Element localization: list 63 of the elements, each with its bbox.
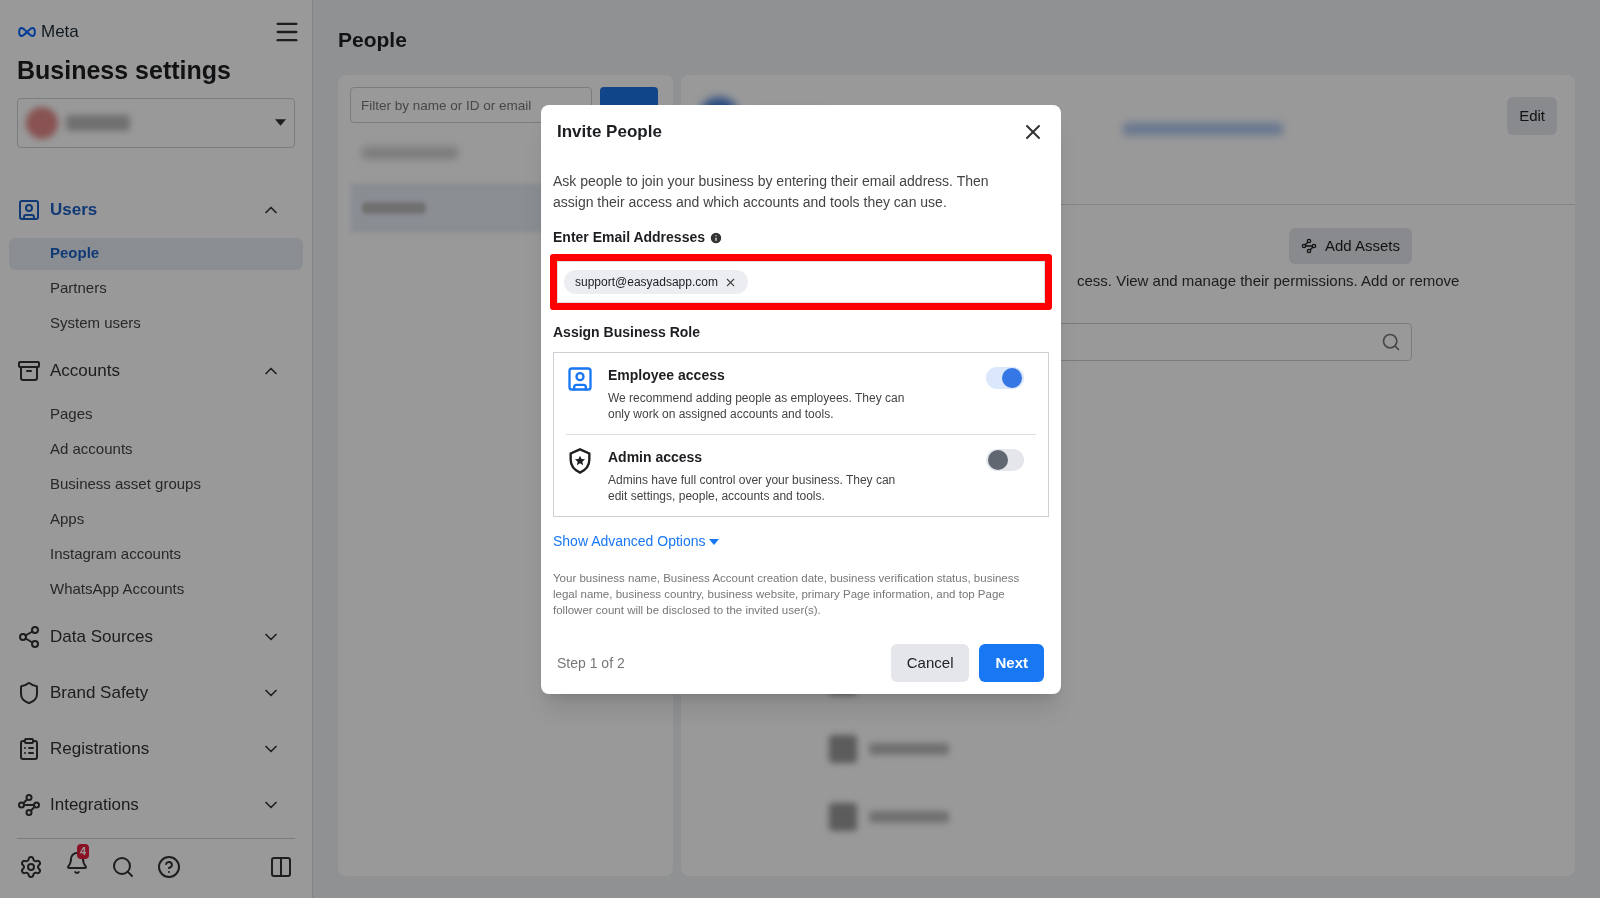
next-button[interactable]: Next xyxy=(979,644,1044,682)
nav-item[interactable]: Business asset groups xyxy=(9,468,303,501)
disclosure-text: Your business name, Business Account creation date, business verification status, business legal name, business country, business website, primary Page information, and top Page follower count will be disclosed to the invited user(s). xyxy=(553,571,1021,618)
step-indicator: Step 1 of 2 xyxy=(557,653,625,673)
search-button[interactable] xyxy=(111,854,135,879)
nav-section-header[interactable]: Integrations xyxy=(9,776,303,833)
role-title: Employee access xyxy=(608,366,726,385)
nodes-icon xyxy=(1300,238,1317,254)
role-title: Admin access xyxy=(608,448,704,467)
infinity-logo-icon xyxy=(17,26,37,38)
brand-name: Meta xyxy=(41,21,79,44)
search-icon xyxy=(1381,331,1401,352)
caret-down-icon xyxy=(708,538,719,545)
nav-item[interactable]: Partners xyxy=(9,272,303,305)
nav-section-header[interactable]: Accounts xyxy=(9,342,303,399)
nav-item[interactable]: People xyxy=(9,237,303,270)
email-address: support@easyadsapp.com xyxy=(575,274,718,291)
id-card-icon xyxy=(17,197,41,222)
cancel-button[interactable]: Cancel xyxy=(890,644,970,682)
field-label: Enter Email Addresses xyxy=(553,228,705,247)
nav-section-header[interactable]: Data Sources xyxy=(9,608,303,665)
nav-section-header[interactable]: Brand Safety xyxy=(9,664,303,721)
caret-icon xyxy=(275,119,286,126)
network-icon xyxy=(17,624,41,649)
edit-button[interactable]: Edit xyxy=(1507,97,1557,135)
email-field[interactable]: support@easyadsapp.com xyxy=(557,261,1045,303)
nav-section-header[interactable]: Registrations xyxy=(9,720,303,777)
nav-item[interactable]: Instagram accounts xyxy=(9,538,303,571)
info-icon xyxy=(709,230,723,245)
filter-field[interactable]: Filter by name or ID or email xyxy=(350,87,592,123)
nav-item[interactable]: Pages xyxy=(9,398,303,431)
id-card-icon xyxy=(566,365,594,393)
page-title: People xyxy=(338,27,408,53)
role-description: Admins have full control over your business. They can edit settings, people, accounts and tools. xyxy=(608,472,897,504)
nav-item[interactable]: Apps xyxy=(9,503,303,536)
nav-item[interactable]: Ad accounts xyxy=(9,433,303,466)
archive-icon xyxy=(17,358,41,383)
nav-section-header[interactable]: Users xyxy=(9,181,303,238)
nav-item[interactable]: WhatsApp Accounts xyxy=(9,573,303,606)
nav-item[interactable]: System users xyxy=(9,307,303,340)
notification-badge: 4 xyxy=(77,844,90,859)
settings-button[interactable] xyxy=(19,854,43,879)
section-label: Accounts xyxy=(50,359,121,382)
nodes-icon xyxy=(17,792,41,817)
clipboard-icon xyxy=(17,736,41,761)
intro-text: Ask people to join your business by entering their email address. Then assign their access and which accounts and tools they can use. xyxy=(553,172,990,212)
shield-icon xyxy=(17,680,41,705)
section-label: Registrations xyxy=(50,737,151,760)
dialog-title: Invite People xyxy=(557,121,662,144)
section-label: Assign Business Role xyxy=(553,323,702,342)
role-description: We recommend adding people as employees. They can only work on assigned accounts and tools. xyxy=(608,390,906,422)
help-button[interactable] xyxy=(157,854,181,879)
section-label: Data Sources xyxy=(50,625,154,648)
section-label: Users xyxy=(50,198,99,221)
page-heading: Business settings xyxy=(16,55,232,86)
section-label: Brand Safety xyxy=(50,681,150,704)
advanced-options-link[interactable]: Show Advanced Options xyxy=(553,531,719,552)
panel-toggle-button[interactable] xyxy=(269,854,293,879)
description-text: cess. View and manage their permissions. Add or remove xyxy=(1077,271,1461,291)
toggle-switch[interactable] xyxy=(986,449,1024,471)
section-label: Integrations xyxy=(50,793,140,816)
add-assets-button[interactable]: Add Assets xyxy=(1288,228,1412,264)
toggle-switch[interactable] xyxy=(986,367,1024,389)
